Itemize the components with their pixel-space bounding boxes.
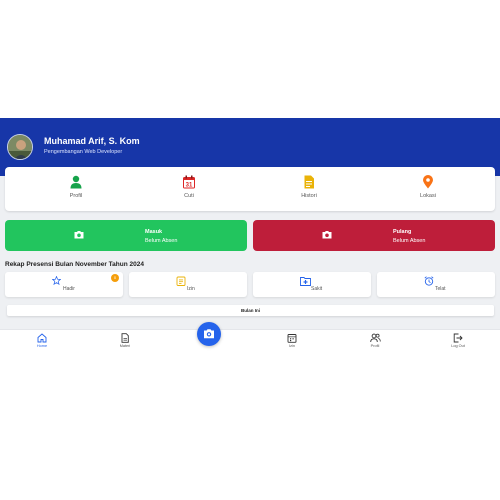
logout-icon <box>453 333 463 343</box>
menu-label: Lokasi <box>420 193 436 199</box>
document-icon <box>304 175 314 189</box>
hadir-count-badge: 0 <box>111 274 119 282</box>
medical-folder-icon <box>300 277 311 286</box>
stat-card-sakit[interactable]: Sakit <box>253 272 371 297</box>
menu-item-cuti[interactable]: 31 Cuti <box>159 175 219 199</box>
camera-icon <box>74 231 84 239</box>
clock-in-button[interactable]: Masuk Belum Absen <box>5 220 247 251</box>
stat-label: Sakit <box>311 286 323 292</box>
users-icon <box>369 333 381 343</box>
camera-fab-button[interactable] <box>197 322 221 346</box>
map-pin-icon <box>423 175 433 189</box>
recap-title: Rekap Presensi Bulan November Tahun 2024 <box>5 261 144 268</box>
stat-card-telat[interactable]: Telat <box>377 272 495 297</box>
stat-card-hadir[interactable]: Hadir 0 <box>5 272 123 297</box>
menu-item-histori[interactable]: Histori <box>279 175 339 199</box>
nav-label: Izin <box>289 344 295 348</box>
nav-item-materi[interactable]: Materi <box>110 333 140 348</box>
bottom-nav: Home Materi Izin Profil Log Out <box>0 329 500 354</box>
nav-label: Profil <box>370 344 380 348</box>
home-icon <box>37 333 47 343</box>
calendar-grid-icon <box>287 334 297 343</box>
user-role: Pengembangan Web Developer <box>44 149 123 155</box>
menu-item-lokasi[interactable]: Lokasi <box>398 175 458 199</box>
nav-label: Home <box>36 344 48 348</box>
stat-label: Hadir <box>63 286 75 292</box>
calendar-icon: 31 <box>183 175 195 189</box>
current-month-button[interactable]: Bulan Ini <box>7 305 494 316</box>
file-icon <box>121 333 129 343</box>
calendar-day: 31 <box>186 183 193 189</box>
stat-label: Izin <box>187 286 195 292</box>
menu-label: Histori <box>301 193 317 199</box>
nav-label: Materi <box>119 344 131 348</box>
clock-in-status: Belum Absen <box>145 238 178 244</box>
alarm-clock-icon <box>424 276 434 286</box>
clock-out-title: Pulang <box>393 229 412 235</box>
menu-label: Profil <box>69 193 83 199</box>
stat-label: Telat <box>435 286 446 292</box>
nav-label: Log Out <box>451 344 465 348</box>
clipboard-icon <box>176 276 186 286</box>
nav-item-logout[interactable]: Log Out <box>443 333 473 348</box>
nav-item-izin[interactable]: Izin <box>277 333 307 348</box>
nav-item-home[interactable]: Home <box>27 333 57 348</box>
clock-in-title: Masuk <box>145 229 163 235</box>
user-name: Muhamad Arif, S. Kom <box>44 136 140 146</box>
presence-app: Muhamad Arif, S. Kom Pengembangan Web De… <box>0 118 500 354</box>
camera-icon <box>322 231 332 239</box>
avatar[interactable] <box>7 134 33 160</box>
person-star-icon <box>52 276 61 285</box>
camera-icon <box>204 329 214 339</box>
clock-out-status: Belum Absen <box>393 238 426 244</box>
stat-card-izin[interactable]: Izin <box>129 272 247 297</box>
quick-menu-card: Profil 31 Cuti Histori Lokasi <box>5 167 495 211</box>
menu-item-profil[interactable]: Profil <box>46 175 106 199</box>
user-icon <box>70 175 82 189</box>
nav-item-profil[interactable]: Profil <box>360 333 390 348</box>
menu-label: Cuti <box>184 193 194 199</box>
clock-out-button[interactable]: Pulang Belum Absen <box>253 220 495 251</box>
